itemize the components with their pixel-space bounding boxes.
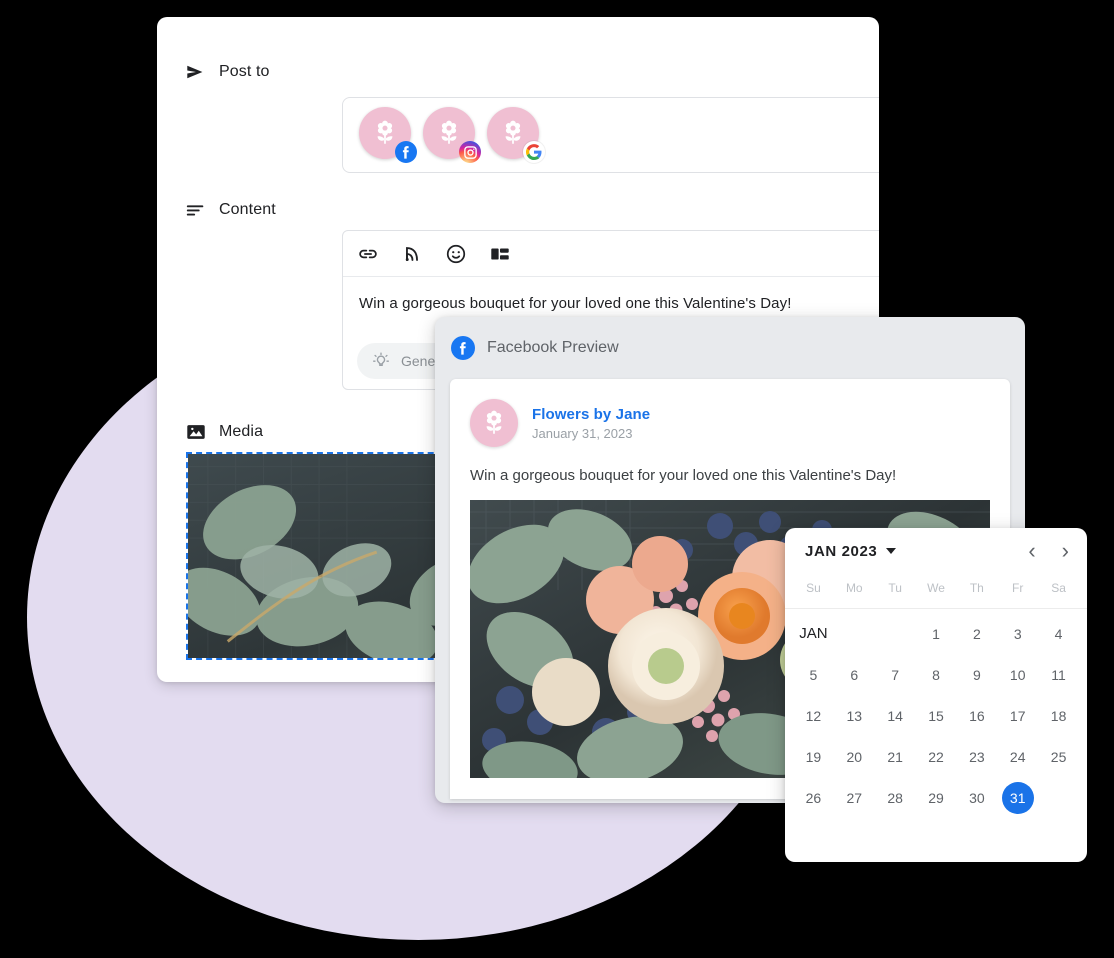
flower-icon — [505, 120, 521, 144]
facebook-icon — [451, 336, 475, 360]
calendar-day[interactable]: 4 — [1038, 613, 1079, 654]
layout-icon[interactable] — [489, 243, 511, 265]
calendar-empty-cell — [834, 613, 875, 654]
calendar-day[interactable]: 30 — [956, 777, 997, 818]
calendar-day-selected[interactable]: 31 — [997, 777, 1038, 818]
calendar-day[interactable]: 1 — [916, 613, 957, 654]
screenshot-stage: Post to Content Win a gorgeous bouquet f… — [0, 0, 1114, 958]
calendar-day[interactable]: 3 — [997, 613, 1038, 654]
instagram-icon — [459, 141, 481, 163]
flower-icon — [486, 410, 502, 434]
chevron-right-icon[interactable]: › — [1062, 540, 1069, 562]
selected-accounts — [343, 107, 545, 163]
facebook-preview-header: Facebook Preview — [435, 317, 1025, 379]
post-to-select[interactable] — [342, 97, 879, 173]
weekday-label: Th — [969, 581, 984, 595]
emoji-icon[interactable] — [445, 243, 467, 265]
weekday-label: Su — [806, 581, 821, 595]
calendar-month-marker: JAN — [799, 625, 828, 642]
flower-icon — [441, 120, 457, 144]
calendar-day-grid: JAN 1 2 3 4 5 6 7 8 9 10 11 12 13 14 15 16 17 18 19 20 21 22 23… — [785, 609, 1087, 818]
editor-text[interactable]: Win a gorgeous bouquet for your loved on… — [343, 277, 879, 312]
facebook-page-name[interactable]: Flowers by Jane — [532, 406, 650, 423]
media-section-header: Media — [157, 415, 291, 449]
calendar-day[interactable]: 2 — [956, 613, 997, 654]
date-picker-calendar: JAN 2023 ‹ › Su Mo Tu We Th Fr Sa JAN 1 2 3… — [785, 528, 1087, 862]
image-icon — [187, 425, 205, 439]
calendar-day[interactable]: 7 — [875, 654, 916, 695]
media-label: Media — [219, 423, 264, 440]
calendar-day[interactable]: 6 — [834, 654, 875, 695]
calendar-nav: ‹ › — [1028, 540, 1069, 562]
chevron-down-icon[interactable] — [886, 548, 897, 554]
facebook-icon — [395, 141, 417, 163]
calendar-month-label[interactable]: JAN 2023 — [805, 543, 877, 560]
account-avatar-instagram[interactable] — [423, 107, 481, 163]
facebook-post-text: Win a gorgeous bouquet for your loved on… — [470, 467, 897, 484]
calendar-day[interactable]: 28 — [875, 777, 916, 818]
calendar-day[interactable]: 9 — [956, 654, 997, 695]
calendar-day[interactable]: 17 — [997, 695, 1038, 736]
calendar-day[interactable]: 18 — [1038, 695, 1079, 736]
chevron-left-icon[interactable]: ‹ — [1028, 540, 1035, 562]
calendar-day[interactable]: 22 — [916, 736, 957, 777]
editor-toolbar — [343, 231, 879, 277]
facebook-post-identity: Flowers by Jane January 31, 2023 — [532, 406, 650, 441]
post-to-section-header: Post to — [157, 55, 298, 89]
calendar-day[interactable]: 20 — [834, 736, 875, 777]
calendar-empty-cell — [1038, 777, 1079, 818]
calendar-day[interactable]: 24 — [997, 736, 1038, 777]
calendar-day[interactable]: 10 — [997, 654, 1038, 695]
post-to-label: Post to — [219, 63, 270, 80]
calendar-day[interactable]: 8 — [916, 654, 957, 695]
calendar-day[interactable]: 26 — [793, 777, 834, 818]
content-label: Content — [219, 201, 276, 218]
google-icon — [523, 141, 545, 163]
weekday-label: We — [927, 581, 945, 595]
weekday-label: Fr — [1012, 581, 1024, 595]
account-avatar-google[interactable] — [487, 107, 545, 163]
weekday-label: Tu — [888, 581, 902, 595]
calendar-day[interactable]: 27 — [834, 777, 875, 818]
calendar-day[interactable]: 15 — [916, 695, 957, 736]
flower-icon — [377, 120, 393, 144]
content-section-header: Content — [157, 193, 304, 227]
lightbulb-icon — [373, 352, 389, 366]
weekday-label: Sa — [1051, 581, 1066, 595]
facebook-preview-title: Facebook Preview — [487, 339, 619, 356]
calendar-day[interactable]: 23 — [956, 736, 997, 777]
calendar-day[interactable]: 5 — [793, 654, 834, 695]
calendar-empty-cell — [875, 613, 916, 654]
calendar-weekday-row: Su Mo Tu We Th Fr Sa — [785, 574, 1087, 602]
calendar-header: JAN 2023 ‹ › — [785, 528, 1087, 574]
facebook-post-header: Flowers by Jane January 31, 2023 — [450, 379, 1010, 447]
calendar-day[interactable]: 14 — [875, 695, 916, 736]
account-avatar-facebook[interactable] — [359, 107, 417, 163]
calendar-day[interactable]: 29 — [916, 777, 957, 818]
calendar-day[interactable]: 19 — [793, 736, 834, 777]
calendar-day[interactable]: 16 — [956, 695, 997, 736]
text-lines-icon — [186, 205, 204, 216]
calendar-day[interactable]: 25 — [1038, 736, 1079, 777]
link-icon[interactable] — [357, 243, 379, 265]
calendar-day[interactable]: 12 — [793, 695, 834, 736]
calendar-day[interactable]: 13 — [834, 695, 875, 736]
weekday-label: Mo — [845, 581, 863, 595]
calendar-day[interactable]: 21 — [875, 736, 916, 777]
calendar-day[interactable]: 11 — [1038, 654, 1079, 695]
facebook-post-date: January 31, 2023 — [532, 425, 633, 441]
avatar — [470, 399, 518, 447]
rss-icon[interactable] — [401, 243, 423, 265]
send-icon — [187, 65, 203, 79]
